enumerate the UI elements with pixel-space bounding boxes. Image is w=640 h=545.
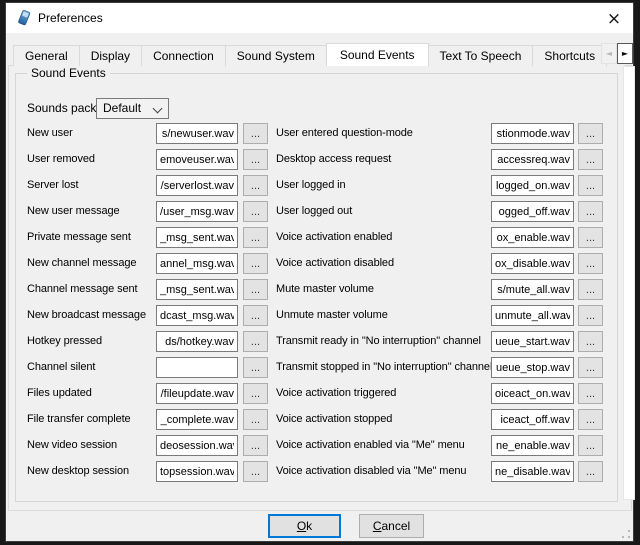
- browse-button[interactable]: ...: [578, 201, 603, 222]
- sound-file-input[interactable]: [491, 175, 574, 196]
- browse-button[interactable]: ...: [578, 279, 603, 300]
- sound-file-input[interactable]: [491, 331, 574, 352]
- sound-file-input[interactable]: [491, 123, 574, 144]
- browse-button[interactable]: ...: [578, 357, 603, 378]
- cancel-button[interactable]: Cancel: [359, 514, 424, 538]
- browse-button[interactable]: ...: [578, 461, 603, 482]
- sound-file-input[interactable]: [491, 201, 574, 222]
- sounds-pack-value: Default: [103, 99, 141, 118]
- browse-button[interactable]: ...: [578, 123, 603, 144]
- sound-event-label: Voice activation enabled via "Me" menu: [276, 435, 465, 456]
- tab-bar: GeneralDisplayConnectionSound SystemSoun…: [13, 42, 625, 66]
- tab-connection[interactable]: Connection: [141, 45, 226, 66]
- browse-button[interactable]: ...: [578, 253, 603, 274]
- sound-event-label: Voice activation disabled via "Me" menu: [276, 461, 466, 482]
- app-icon: [15, 9, 33, 27]
- sounds-pack-label: Sounds pack: [27, 98, 96, 118]
- sound-event-label: Unmute master volume: [276, 305, 388, 326]
- sound-event-label: Transmit ready in "No interruption" chan…: [276, 331, 481, 352]
- tab-sound-system[interactable]: Sound System: [225, 45, 327, 66]
- browse-button[interactable]: ...: [578, 383, 603, 404]
- sound-event-label: User logged in: [276, 175, 346, 196]
- sound-event-row: Mute master volume...: [6, 279, 633, 300]
- sound-file-input[interactable]: [491, 383, 574, 404]
- sound-file-input[interactable]: [491, 461, 574, 482]
- browse-button[interactable]: ...: [578, 227, 603, 248]
- sounds-pack-select[interactable]: Default: [96, 98, 169, 119]
- tab-general[interactable]: General: [13, 45, 80, 66]
- browse-button[interactable]: ...: [578, 409, 603, 430]
- sound-file-input[interactable]: [491, 357, 574, 378]
- sound-event-label: User entered question-mode: [276, 123, 413, 144]
- chevron-down-icon: [153, 104, 163, 114]
- sound-event-row: User logged out...: [6, 201, 633, 222]
- sound-event-row: Unmute master volume...: [6, 305, 633, 326]
- resize-grip[interactable]: [621, 529, 631, 539]
- sound-event-label: Desktop access request: [276, 149, 391, 170]
- tab-sound-events[interactable]: Sound Events: [326, 43, 429, 66]
- sound-event-row: Transmit ready in "No interruption" chan…: [6, 331, 633, 352]
- sound-event-row: Voice activation enabled...: [6, 227, 633, 248]
- sound-event-row: Voice activation enabled via "Me" menu..…: [6, 435, 633, 456]
- titlebar: Preferences ×: [6, 3, 633, 33]
- tab-text-to-speech[interactable]: Text To Speech: [428, 45, 534, 66]
- browse-button[interactable]: ...: [578, 435, 603, 456]
- sound-file-input[interactable]: [491, 305, 574, 326]
- tab-shortcuts[interactable]: Shortcuts: [532, 45, 607, 66]
- sound-event-row: Voice activation stopped...: [6, 409, 633, 430]
- sound-event-row: Voice activation disabled...: [6, 253, 633, 274]
- sound-file-input[interactable]: [491, 149, 574, 170]
- sound-event-row: Desktop access request...: [6, 149, 633, 170]
- browse-button[interactable]: ...: [578, 175, 603, 196]
- preferences-dialog: Preferences × GeneralDisplayConnectionSo…: [5, 2, 634, 542]
- sound-event-label: Voice activation disabled: [276, 253, 394, 274]
- sound-file-input[interactable]: [491, 435, 574, 456]
- browse-button[interactable]: ...: [578, 305, 603, 326]
- sound-event-label: User logged out: [276, 201, 352, 222]
- tab-display[interactable]: Display: [79, 45, 142, 66]
- window-title: Preferences: [38, 3, 103, 33]
- sound-event-row: Voice activation triggered...: [6, 383, 633, 404]
- sound-event-row: User entered question-mode...: [6, 123, 633, 144]
- sound-event-label: Mute master volume: [276, 279, 374, 300]
- browse-button[interactable]: ...: [578, 149, 603, 170]
- groupbox-title: Sound Events: [27, 66, 110, 81]
- ok-button[interactable]: Ok: [268, 514, 341, 538]
- sound-file-input[interactable]: [491, 253, 574, 274]
- browse-button[interactable]: ...: [578, 331, 603, 352]
- sound-event-label: Voice activation enabled: [276, 227, 392, 248]
- tab-scroll-right-icon[interactable]: ►: [617, 43, 633, 64]
- tab-scroll-buttons: ◄ ►: [601, 43, 633, 64]
- close-icon[interactable]: ×: [599, 4, 629, 32]
- tab-scroll-left-icon[interactable]: ◄: [601, 43, 617, 64]
- sound-file-input[interactable]: [491, 409, 574, 430]
- sound-file-input[interactable]: [491, 227, 574, 248]
- sound-event-label: Transmit stopped in "No interruption" ch…: [276, 357, 492, 378]
- sound-event-row: Transmit stopped in "No interruption" ch…: [6, 357, 633, 378]
- sound-event-row: User logged in...: [6, 175, 633, 196]
- sound-file-input[interactable]: [491, 279, 574, 300]
- sound-event-label: Voice activation stopped: [276, 409, 392, 430]
- sound-event-row: Voice activation disabled via "Me" menu.…: [6, 461, 633, 482]
- sound-event-label: Voice activation triggered: [276, 383, 396, 404]
